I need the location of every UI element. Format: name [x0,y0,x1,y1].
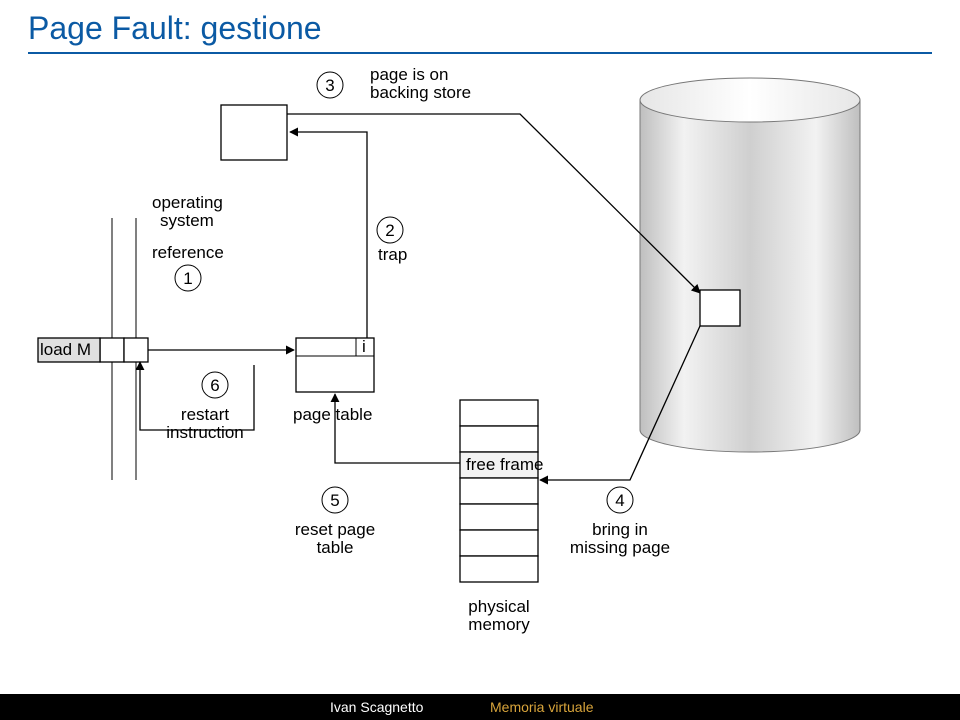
diagram: operatingsystem free frame physicalmemor… [0,60,960,700]
logical-memory [100,218,148,480]
free-frame-label: free frame [466,455,543,474]
trap-label: trap [378,245,407,264]
step-4: 4 [615,491,624,510]
title-rule [28,52,932,54]
restart-label: restartinstruction [166,405,243,442]
reset-label: reset pagetable [295,520,375,557]
invalid-bit: i [362,337,366,356]
load-m-label: load M [40,340,91,359]
page-table: i page table [293,337,374,424]
step-3: 3 [325,76,334,95]
footer-topic: Memoria virtuale [490,699,593,715]
operating-system-box: operatingsystem [152,105,287,230]
reference-label: reference [152,243,224,262]
backing-label: page is onbacking store [370,65,471,102]
step-1: 1 [183,269,192,288]
step-6: 6 [210,376,219,395]
pagetable-label: page table [293,405,372,424]
step-5: 5 [330,491,339,510]
os-label: operatingsystem [152,193,223,230]
step-2: 2 [385,221,394,240]
backing-store [640,78,860,452]
bring-in-label: bring inmissing page [570,520,670,557]
page-title: Page Fault: gestione [28,10,322,47]
physmem-label: physicalmemory [468,597,530,634]
arrow-trap [290,132,367,338]
arrow-to-disk [287,114,700,293]
footer-author: Ivan Scagnetto [330,699,423,715]
footer: Ivan Scagnetto Memoria virtuale [0,694,960,720]
physical-memory: free frame physicalmemory [460,400,543,634]
